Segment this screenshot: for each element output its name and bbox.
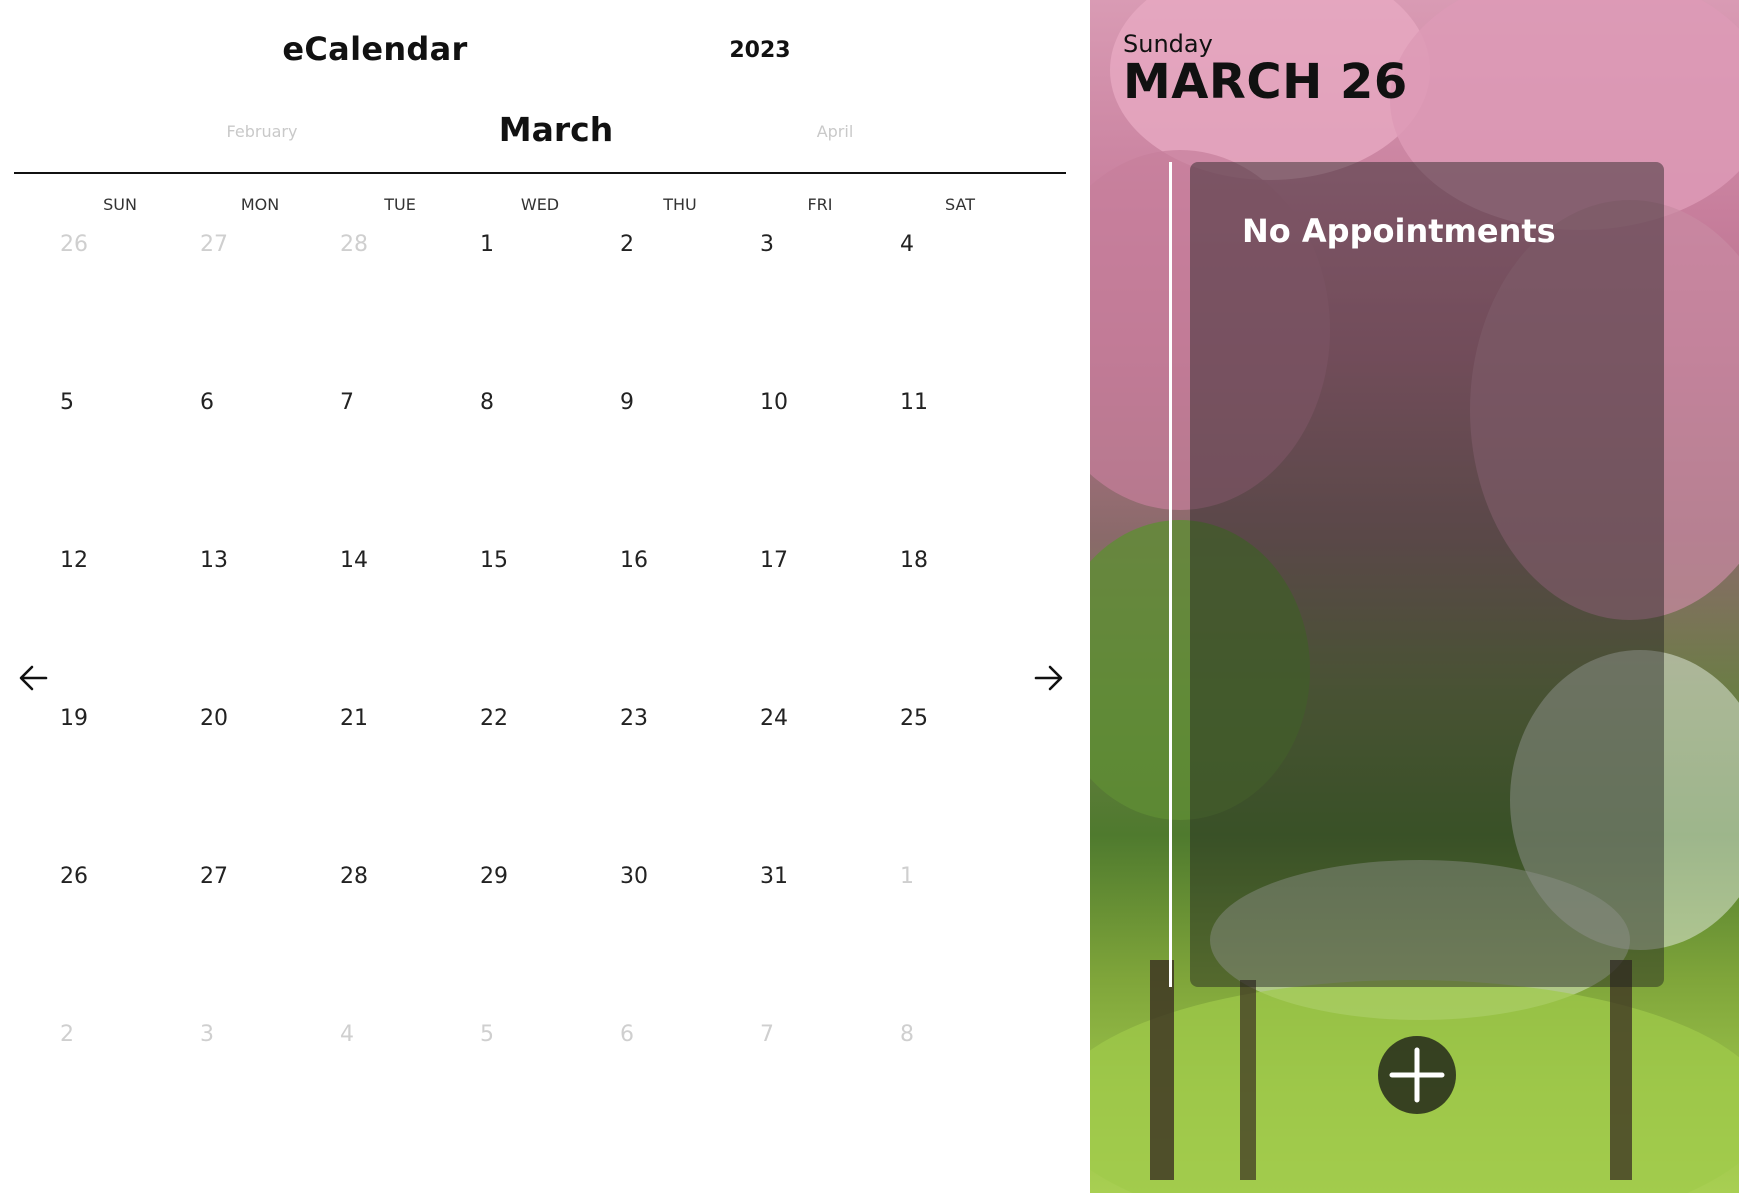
weekday-label: SUN xyxy=(103,195,137,214)
arrow-right-icon[interactable] xyxy=(1030,660,1066,696)
day-cell[interactable]: 9 xyxy=(620,390,634,415)
header-divider xyxy=(14,172,1066,174)
day-cell[interactable]: 24 xyxy=(760,706,788,731)
weekday-label: FRI xyxy=(807,195,833,214)
day-cell[interactable]: 2 xyxy=(620,232,634,257)
weekday-label: THU xyxy=(663,195,697,214)
app-title: eCalendar xyxy=(282,30,468,68)
weekday-label: MON xyxy=(240,195,280,214)
day-cell-other-month[interactable]: 7 xyxy=(760,1022,774,1047)
day-cell[interactable]: 6 xyxy=(200,390,214,415)
day-cell[interactable]: 14 xyxy=(340,548,368,573)
day-cell-other-month[interactable]: 27 xyxy=(200,232,228,257)
day-cell[interactable]: 12 xyxy=(60,548,88,573)
no-appointments-message: No Appointments xyxy=(1242,212,1556,250)
weekday-label: SAT xyxy=(945,195,975,214)
day-cell[interactable]: 15 xyxy=(480,548,508,573)
day-cell[interactable]: 5 xyxy=(60,390,74,415)
day-cell[interactable]: 3 xyxy=(760,232,774,257)
day-cell-other-month[interactable]: 1 xyxy=(900,864,914,889)
day-cell[interactable]: 28 xyxy=(340,864,368,889)
day-cell[interactable]: 22 xyxy=(480,706,508,731)
day-cell-other-month[interactable]: 8 xyxy=(900,1022,914,1047)
day-cell[interactable]: 11 xyxy=(900,390,928,415)
day-cell[interactable]: 18 xyxy=(900,548,928,573)
day-cell[interactable]: 27 xyxy=(200,864,228,889)
previous-month-link[interactable]: February xyxy=(182,122,342,141)
day-cell[interactable]: 7 xyxy=(340,390,354,415)
current-month-title: March xyxy=(498,110,614,149)
add-appointment-button[interactable] xyxy=(1378,1036,1456,1114)
next-month-link[interactable]: April xyxy=(755,122,915,141)
arrow-left-icon[interactable] xyxy=(16,660,52,696)
day-cell[interactable]: 19 xyxy=(60,706,88,731)
day-cell[interactable]: 21 xyxy=(340,706,368,731)
day-cell[interactable]: 4 xyxy=(900,232,914,257)
day-cell-other-month[interactable]: 28 xyxy=(340,232,368,257)
day-cell-other-month[interactable]: 6 xyxy=(620,1022,634,1047)
day-cell[interactable]: 20 xyxy=(200,706,228,731)
selected-date: MARCH 26 xyxy=(1123,54,1408,110)
year-label[interactable]: 2023 xyxy=(680,38,840,63)
day-cell[interactable]: 1 xyxy=(480,232,494,257)
day-cell[interactable]: 29 xyxy=(480,864,508,889)
day-cell[interactable]: 16 xyxy=(620,548,648,573)
day-cell[interactable]: 23 xyxy=(620,706,648,731)
day-cell-other-month[interactable]: 2 xyxy=(60,1022,74,1047)
calendar-panel: eCalendar 2023 February March April SUN M… xyxy=(0,0,1090,1193)
plus-icon xyxy=(1389,1047,1445,1103)
day-cell[interactable]: 30 xyxy=(620,864,648,889)
day-cell-other-month[interactable]: 3 xyxy=(200,1022,214,1047)
appointments-panel xyxy=(1190,162,1664,987)
day-cell-other-month[interactable]: 4 xyxy=(340,1022,354,1047)
weekday-label: WED xyxy=(520,195,560,214)
day-cell[interactable]: 25 xyxy=(900,706,928,731)
day-cell[interactable]: 10 xyxy=(760,390,788,415)
day-cell-other-month[interactable]: 26 xyxy=(60,232,88,257)
day-cell-other-month[interactable]: 5 xyxy=(480,1022,494,1047)
day-cell[interactable]: 8 xyxy=(480,390,494,415)
weekday-label: TUE xyxy=(384,195,416,214)
day-cell[interactable]: 17 xyxy=(760,548,788,573)
day-cell[interactable]: 26 xyxy=(60,864,88,889)
day-cell[interactable]: 13 xyxy=(200,548,228,573)
day-cell[interactable]: 31 xyxy=(760,864,788,889)
timeline-line xyxy=(1169,162,1172,987)
